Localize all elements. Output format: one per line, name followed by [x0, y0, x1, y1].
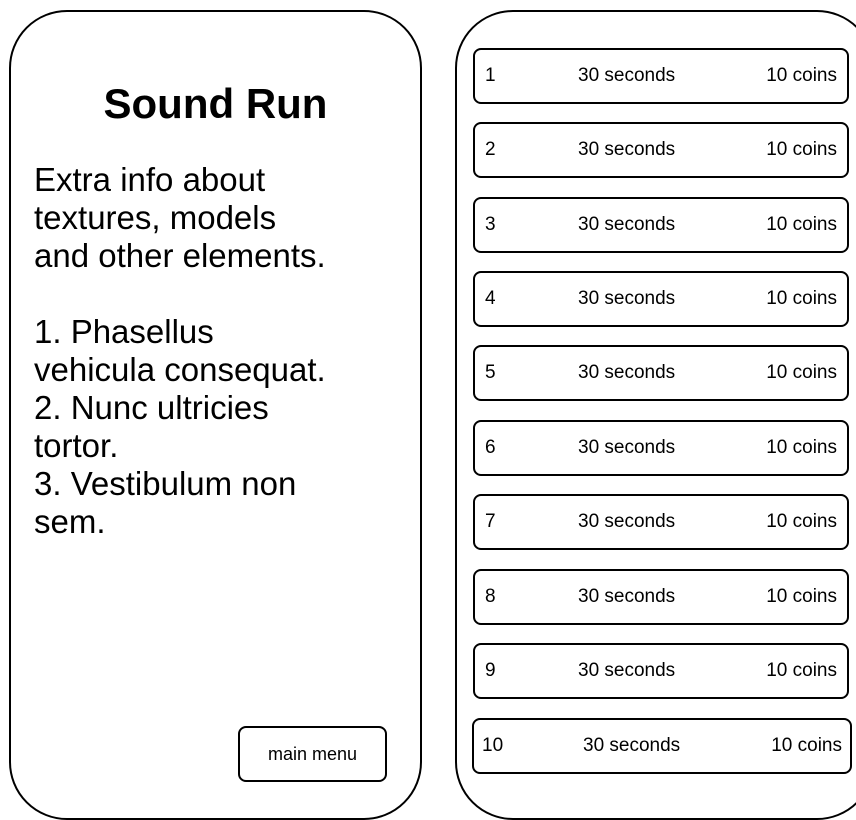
- level-row-2[interactable]: 2 30 seconds 10 coins: [473, 122, 849, 178]
- level-number: 2: [485, 139, 496, 160]
- info-description: Extra info about textures, models and ot…: [34, 161, 326, 540]
- level-time: 30 seconds: [578, 437, 676, 458]
- level-time: 30 seconds: [578, 214, 676, 235]
- level-row-7[interactable]: 7 30 seconds 10 coins: [473, 494, 849, 550]
- level-number: 7: [485, 511, 496, 532]
- game-title: Sound Run: [103, 80, 328, 127]
- level-time: 30 seconds: [578, 288, 676, 309]
- level-row-4[interactable]: 4 30 seconds 10 coins: [473, 271, 849, 327]
- level-reward: 10 coins: [766, 660, 837, 681]
- level-reward: 10 coins: [766, 437, 837, 458]
- level-reward: 10 coins: [766, 65, 837, 86]
- level-number: 10: [482, 735, 504, 756]
- level-time: 30 seconds: [578, 362, 676, 383]
- level-reward: 10 coins: [766, 362, 837, 383]
- level-row-9[interactable]: 9 30 seconds 10 coins: [473, 643, 849, 699]
- level-reward: 10 coins: [766, 511, 837, 532]
- level-row-8[interactable]: 8 30 seconds 10 coins: [473, 569, 849, 625]
- level-reward: 10 coins: [771, 735, 842, 756]
- main-menu-button[interactable]: main menu: [238, 726, 387, 782]
- level-reward: 10 coins: [766, 288, 837, 309]
- level-time: 30 seconds: [583, 735, 681, 756]
- level-number: 9: [485, 660, 496, 681]
- level-row-6[interactable]: 6 30 seconds 10 coins: [473, 420, 849, 476]
- level-time: 30 seconds: [578, 65, 676, 86]
- level-row-10[interactable]: 10 30 seconds 10 coins: [472, 718, 852, 774]
- level-reward: 10 coins: [766, 139, 837, 160]
- level-time: 30 seconds: [578, 139, 676, 160]
- level-number: 1: [485, 65, 496, 86]
- level-number: 8: [485, 586, 496, 607]
- level-row-3[interactable]: 3 30 seconds 10 coins: [473, 197, 849, 253]
- level-time: 30 seconds: [578, 586, 676, 607]
- level-reward: 10 coins: [766, 214, 837, 235]
- level-row-5[interactable]: 5 30 seconds 10 coins: [473, 345, 849, 401]
- level-time: 30 seconds: [578, 660, 676, 681]
- level-number: 3: [485, 214, 496, 235]
- level-number: 6: [485, 437, 496, 458]
- level-time: 30 seconds: [578, 511, 676, 532]
- level-row-1[interactable]: 1 30 seconds 10 coins: [473, 48, 849, 104]
- level-number: 5: [485, 362, 496, 383]
- level-number: 4: [485, 288, 496, 309]
- level-reward: 10 coins: [766, 586, 837, 607]
